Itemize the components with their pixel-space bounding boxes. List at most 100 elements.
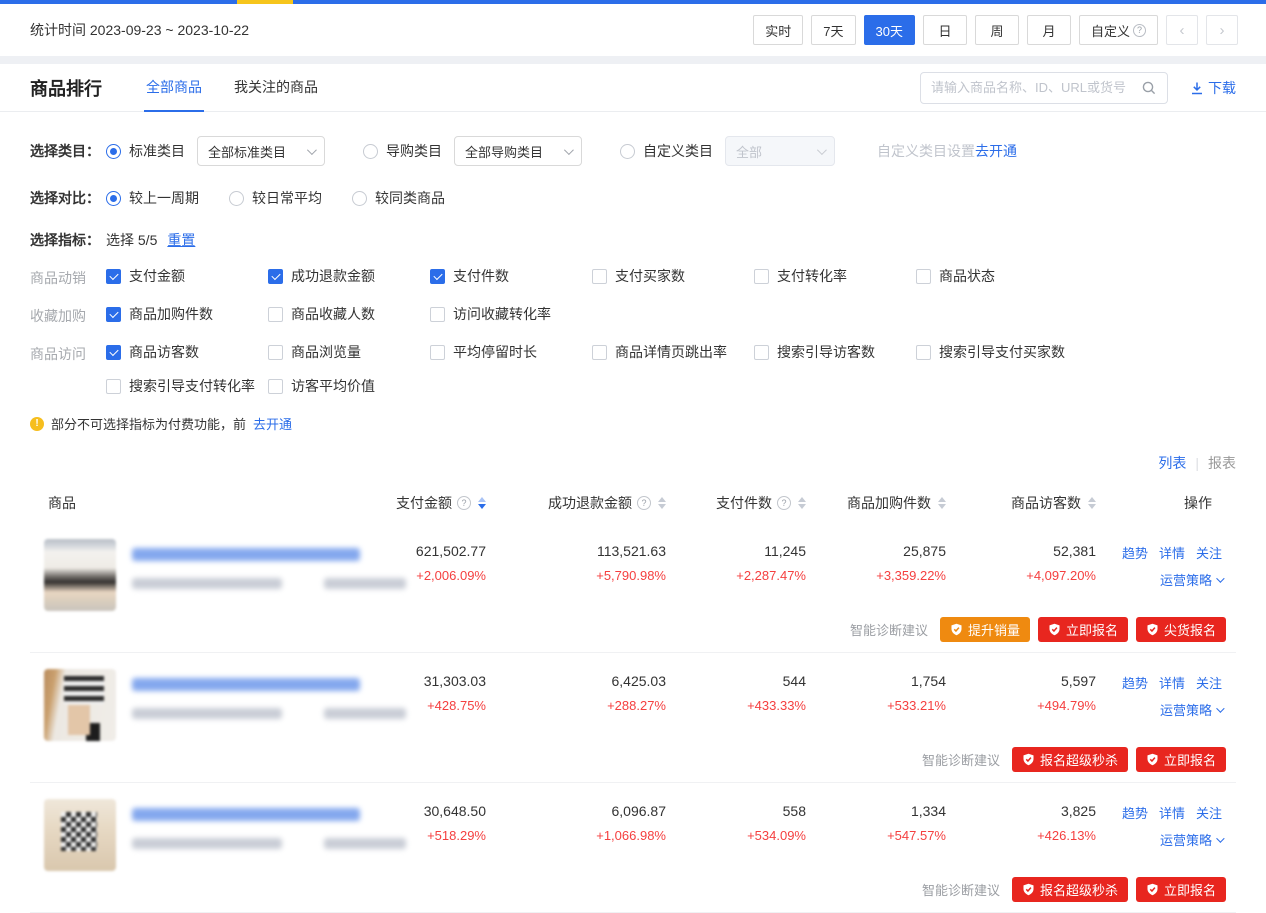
metric-checkbox-item[interactable]: 搜索引导支付买家数 bbox=[916, 342, 1078, 362]
follow-link[interactable]: 关注 bbox=[1196, 673, 1222, 692]
product-title-blurred[interactable] bbox=[132, 548, 360, 561]
promo-badge-button[interactable]: 报名超级秒杀 bbox=[1012, 877, 1128, 902]
radio-button[interactable] bbox=[106, 144, 121, 159]
category-select[interactable]: 全部导购类目 bbox=[454, 136, 582, 166]
metric-checkbox-item[interactable]: 支付买家数 bbox=[592, 266, 754, 286]
range-button[interactable]: 实时 bbox=[753, 15, 803, 45]
checkbox[interactable] bbox=[430, 345, 445, 360]
metric-checkbox-item[interactable]: 商品浏览量 bbox=[268, 342, 430, 362]
strategy-dropdown[interactable]: 运营策略 bbox=[1160, 830, 1222, 849]
trend-link[interactable]: 趋势 bbox=[1122, 543, 1148, 562]
prev-period-button[interactable]: ‹ bbox=[1166, 15, 1198, 45]
tab[interactable]: 全部商品 bbox=[144, 64, 204, 112]
strategy-dropdown[interactable]: 运营策略 bbox=[1160, 700, 1222, 719]
metric-checkbox-item[interactable]: 访问收藏转化率 bbox=[430, 304, 592, 324]
column-header[interactable]: 商品访客数 bbox=[960, 493, 1110, 513]
range-button[interactable]: 7天 bbox=[811, 15, 855, 45]
metric-checkbox-item[interactable]: 商品详情页跳出率 bbox=[592, 342, 754, 362]
checkbox[interactable] bbox=[106, 345, 121, 360]
promo-badge-button[interactable]: 立即报名 bbox=[1136, 877, 1226, 902]
range-button[interactable]: 月 bbox=[1027, 15, 1071, 45]
checkbox[interactable] bbox=[916, 345, 931, 360]
metric-checkbox-item[interactable]: 搜索引导支付转化率 bbox=[106, 376, 268, 396]
radio-button[interactable] bbox=[363, 144, 378, 159]
range-button[interactable]: 周 bbox=[975, 15, 1019, 45]
checkbox[interactable] bbox=[916, 269, 931, 284]
column-header[interactable]: 支付件数 bbox=[680, 493, 820, 513]
range-button[interactable]: 30天 bbox=[864, 15, 915, 45]
checkbox[interactable] bbox=[106, 379, 121, 394]
strategy-dropdown[interactable]: 运营策略 bbox=[1160, 570, 1222, 589]
activate-link[interactable]: 去开通 bbox=[975, 141, 1017, 161]
metric-checkbox-item[interactable]: 商品收藏人数 bbox=[268, 304, 430, 324]
checkbox[interactable] bbox=[592, 269, 607, 284]
category-select[interactable]: 全部标准类目 bbox=[197, 136, 325, 166]
download-button[interactable]: 下载 bbox=[1190, 78, 1236, 98]
detail-link[interactable]: 详情 bbox=[1159, 673, 1185, 692]
metric-checkbox-item[interactable]: 商品状态 bbox=[916, 266, 1078, 286]
column-header[interactable]: 商品加购件数 bbox=[820, 493, 960, 513]
search-input[interactable] bbox=[931, 80, 1141, 95]
promo-badge-button[interactable]: 尖货报名 bbox=[1136, 617, 1226, 642]
checkbox[interactable] bbox=[106, 307, 121, 322]
sort-icon[interactable] bbox=[798, 497, 806, 509]
sort-icon[interactable] bbox=[658, 497, 666, 509]
next-period-button[interactable]: › bbox=[1206, 15, 1238, 45]
category-select[interactable]: 全部 bbox=[725, 136, 835, 166]
checkbox[interactable] bbox=[430, 269, 445, 284]
sort-icon[interactable] bbox=[938, 497, 946, 509]
badge-list: 报名超级秒杀 立即报名 bbox=[1012, 877, 1226, 902]
metric-checkbox-item[interactable]: 支付件数 bbox=[430, 266, 592, 286]
actions-cell: 趋势 详情 关注 运营策略 bbox=[1110, 539, 1236, 611]
sort-icon[interactable] bbox=[1088, 497, 1096, 509]
view-report-button[interactable]: 报表 bbox=[1208, 453, 1236, 473]
promo-badge-button[interactable]: 立即报名 bbox=[1136, 747, 1226, 772]
detail-link[interactable]: 详情 bbox=[1159, 803, 1185, 822]
checkbox[interactable] bbox=[268, 379, 283, 394]
range-button[interactable]: 日 bbox=[923, 15, 967, 45]
column-header[interactable]: 支付金额 bbox=[360, 493, 500, 513]
product-cell bbox=[30, 669, 360, 741]
follow-link[interactable]: 关注 bbox=[1196, 803, 1222, 822]
checkbox[interactable] bbox=[592, 345, 607, 360]
range-button[interactable]: 自定义 bbox=[1079, 15, 1158, 45]
sort-icon[interactable] bbox=[478, 497, 486, 509]
metric-checkbox-item[interactable]: 搜索引导访客数 bbox=[754, 342, 916, 362]
promo-badge-button[interactable]: 提升销量 bbox=[940, 617, 1030, 642]
promo-badge-button[interactable]: 立即报名 bbox=[1038, 617, 1128, 642]
product-image[interactable] bbox=[44, 539, 116, 611]
trend-link[interactable]: 趋势 bbox=[1122, 673, 1148, 692]
metric-checkbox-item[interactable]: 商品加购件数 bbox=[106, 304, 268, 324]
metric-checkbox-item[interactable]: 访客平均价值 bbox=[268, 376, 430, 396]
radio-button[interactable] bbox=[352, 191, 367, 206]
view-list-button[interactable]: 列表 bbox=[1158, 453, 1186, 473]
promo-badge-button[interactable]: 报名超级秒杀 bbox=[1012, 747, 1128, 772]
checkbox[interactable] bbox=[430, 307, 445, 322]
checkbox[interactable] bbox=[268, 269, 283, 284]
checkbox[interactable] bbox=[268, 307, 283, 322]
checkbox[interactable] bbox=[106, 269, 121, 284]
product-image[interactable] bbox=[44, 669, 116, 741]
notice-activate-link[interactable]: 去开通 bbox=[253, 414, 292, 433]
tab[interactable]: 我关注的商品 bbox=[232, 64, 320, 112]
radio-button[interactable] bbox=[620, 144, 635, 159]
product-image[interactable] bbox=[44, 799, 116, 871]
metric-checkbox-item[interactable]: 平均停留时长 bbox=[430, 342, 592, 362]
column-header[interactable]: 成功退款金额 bbox=[500, 493, 680, 513]
radio-button[interactable] bbox=[106, 191, 121, 206]
metric-checkbox-item[interactable]: 成功退款金额 bbox=[268, 266, 430, 286]
checkbox[interactable] bbox=[268, 345, 283, 360]
checkbox[interactable] bbox=[754, 345, 769, 360]
checkbox[interactable] bbox=[754, 269, 769, 284]
metric-checkbox-item[interactable]: 商品访客数 bbox=[106, 342, 268, 362]
product-title-blurred[interactable] bbox=[132, 678, 360, 691]
reset-link[interactable]: 重置 bbox=[167, 230, 195, 250]
product-title-blurred[interactable] bbox=[132, 808, 360, 821]
detail-link[interactable]: 详情 bbox=[1159, 543, 1185, 562]
search-icon[interactable] bbox=[1141, 80, 1157, 96]
trend-link[interactable]: 趋势 bbox=[1122, 803, 1148, 822]
metric-checkbox-item[interactable]: 支付转化率 bbox=[754, 266, 916, 286]
metric-checkbox-item[interactable]: 支付金额 bbox=[106, 266, 268, 286]
radio-button[interactable] bbox=[229, 191, 244, 206]
follow-link[interactable]: 关注 bbox=[1196, 543, 1222, 562]
